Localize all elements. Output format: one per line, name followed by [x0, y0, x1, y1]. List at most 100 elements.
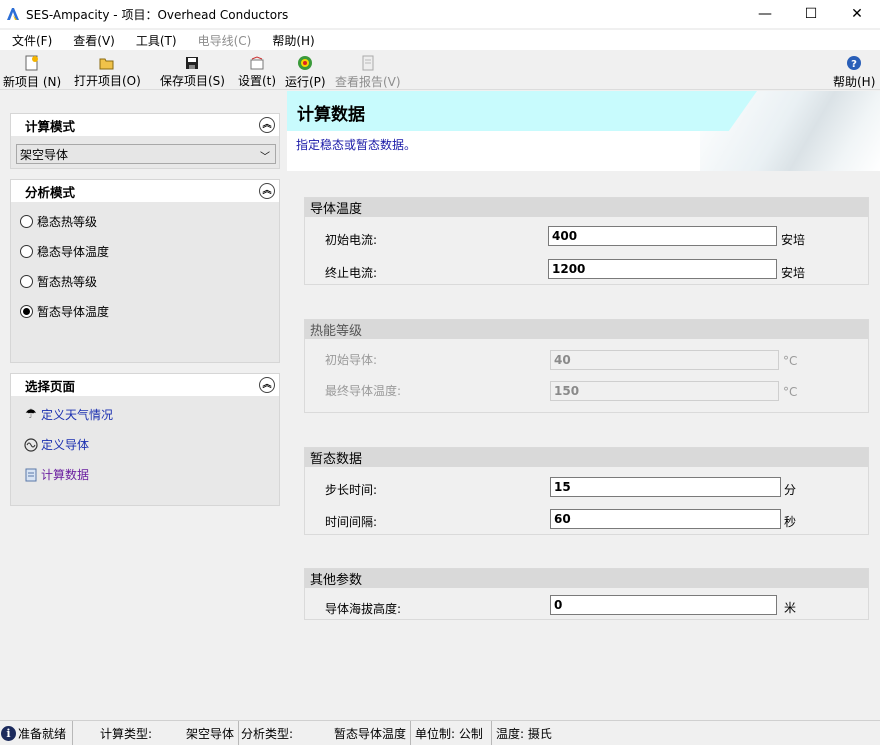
collapse-up-icon[interactable]: ︽	[259, 377, 275, 393]
time-interval-input[interactable]: 60	[550, 509, 781, 529]
step-time-input[interactable]: 15	[550, 477, 781, 497]
umbrella-icon: ☂	[25, 407, 37, 422]
view-report-button[interactable]: 查看报告(V)	[335, 55, 401, 89]
radio-label: 稳态热等级	[37, 215, 98, 229]
radio-button[interactable]	[20, 215, 33, 228]
calc-mode-selected: 架空导体	[20, 147, 69, 162]
new-file-icon	[24, 55, 40, 71]
select-page-header[interactable]: 选择页面 ︽	[11, 374, 279, 396]
help-button[interactable]: ? 帮助(H)	[833, 55, 875, 89]
chevron-down-icon: ﹀	[260, 152, 270, 163]
page-banner: 计算数据 指定稳态或暂态数据。	[287, 91, 880, 171]
radio-steady-conductor-temp[interactable]: 稳态导体温度	[20, 243, 109, 260]
maximize-button[interactable]: ☐	[788, 0, 834, 28]
status-ready: 准备就绪	[18, 726, 67, 741]
initial-conductor-input[interactable]: 40	[550, 350, 779, 370]
thermal-rating-section: 热能等级 初始导体: 40 °C 最终导体温度: 150 °C	[304, 319, 869, 413]
initial-current-unit: 安培	[781, 233, 806, 247]
section-header: 其他参数	[305, 569, 868, 588]
radio-transient-thermal-rating[interactable]: 暂态热等级	[20, 273, 97, 290]
page-title: 计算数据	[297, 105, 365, 125]
transient-section: 暂态数据 步长时间: 15 分 时间间隔: 60 秒	[304, 447, 869, 535]
final-temp-label: 最终导体温度:	[325, 384, 402, 398]
toolbar: 新项目 (N) 打开项目(O) 保存项目(S) 设置(t) 运行(P) 查看报告…	[0, 52, 880, 90]
analysis-type-value: 暂态导体温度	[333, 726, 406, 741]
section-header: 暂态数据	[305, 448, 868, 467]
save-project-label: 保存项目(S)	[160, 74, 225, 88]
folder-open-icon	[99, 55, 115, 70]
radio-steady-thermal-rating[interactable]: 稳态热等级	[20, 213, 97, 230]
altitude-label: 导体海拔高度:	[325, 602, 402, 616]
menu-help[interactable]: 帮助(H)	[260, 32, 323, 49]
radio-button[interactable]	[20, 245, 33, 258]
conductor-temp-section: 导体温度 初始电流: 400 安培 终止电流: 1200 安培	[304, 197, 869, 285]
final-temp-input[interactable]: 150	[550, 381, 779, 401]
collapse-up-icon[interactable]: ︽	[259, 117, 275, 133]
status-unit-cell: 单位制: 公制	[411, 720, 492, 745]
initial-conductor-unit: °C	[783, 354, 798, 368]
menu-bar: 文件(F) 查看(V) 工具(T) 电导线(C) 帮助(H)	[0, 30, 880, 50]
status-temp-cell: 温度: 摄氏	[492, 721, 556, 745]
close-button[interactable]: ✕	[834, 0, 880, 28]
final-current-label: 终止电流:	[325, 266, 378, 280]
radio-button[interactable]	[20, 275, 33, 288]
collapse-up-icon[interactable]: ︽	[259, 183, 275, 199]
select-page-title: 选择页面	[25, 378, 76, 394]
calc-mode-header[interactable]: 计算模式 ︽	[11, 114, 279, 136]
calc-mode-select[interactable]: 架空导体 ﹀	[16, 144, 276, 164]
final-current-unit: 安培	[781, 266, 806, 280]
main-panel: 计算数据 指定稳态或暂态数据。 导体温度 初始电流: 400 安培 终止电流: …	[287, 91, 880, 718]
step-time-label: 步长时间:	[325, 483, 378, 497]
status-analysis-type-cell: 分析类型: 暂态导体温度	[239, 720, 411, 745]
initial-current-input[interactable]: 400	[548, 226, 777, 246]
page-subtitle: 指定稳态或暂态数据。	[296, 138, 417, 152]
save-icon	[184, 55, 200, 70]
initial-conductor-label: 初始导体:	[325, 353, 378, 367]
menu-conductor[interactable]: 电导线(C)	[186, 32, 261, 49]
save-project-button[interactable]: 保存项目(S)	[160, 55, 225, 89]
document-icon	[23, 467, 39, 483]
analysis-mode-title: 分析模式	[25, 184, 76, 200]
initial-current-label: 初始电流:	[325, 233, 378, 247]
calc-mode-title: 计算模式	[25, 118, 76, 134]
help-label: 帮助(H)	[833, 75, 876, 89]
link-label: 定义天气情况	[41, 408, 114, 422]
settings-button[interactable]: 设置(t)	[238, 55, 276, 89]
minimize-button[interactable]: —	[742, 0, 788, 28]
radio-transient-conductor-temp[interactable]: 暂态导体温度	[20, 303, 109, 320]
radio-button-selected[interactable]	[20, 305, 33, 318]
status-ready-cell: i 准备就绪	[0, 720, 73, 745]
radio-label: 暂态导体温度	[37, 305, 110, 319]
link-define-weather[interactable]: ☂ 定义天气情况	[23, 406, 113, 423]
conductor-icon	[23, 437, 39, 453]
time-interval-label: 时间间隔:	[325, 515, 378, 529]
status-bar: i 准备就绪 计算类型: 架空导体 分析类型: 暂态导体温度 单位制: 公制 温…	[0, 720, 880, 745]
title-bar: SES-Ampacity - 项目：Overhead Conductors — …	[0, 0, 880, 28]
link-define-conductor[interactable]: 定义导体	[23, 436, 89, 453]
run-button[interactable]: 运行(P)	[285, 55, 326, 89]
open-project-label: 打开项目(O)	[74, 74, 141, 88]
new-project-button[interactable]: 新项目 (N)	[3, 55, 61, 89]
analysis-mode-group: 分析模式 ︽ 稳态热等级 稳态导体温度 暂态热等级 暂态导体温度	[10, 179, 280, 363]
help-icon: ?	[846, 55, 862, 71]
settings-icon	[249, 55, 265, 70]
calc-type-label: 计算类型:	[100, 726, 153, 741]
menu-view[interactable]: 查看(V)	[61, 32, 124, 49]
radio-selected-dot	[23, 308, 30, 315]
altitude-input[interactable]: 0	[550, 595, 777, 615]
analysis-type-label: 分析类型:	[241, 726, 294, 741]
calc-mode-group: 计算模式 ︽ 架空导体 ﹀	[10, 113, 280, 169]
radio-label: 稳态导体温度	[37, 245, 110, 259]
link-compute-data[interactable]: 计算数据	[23, 466, 89, 483]
menu-tools[interactable]: 工具(T)	[124, 32, 186, 49]
menu-file[interactable]: 文件(F)	[0, 32, 61, 49]
unit-system: 单位制: 公制	[415, 726, 483, 741]
final-current-input[interactable]: 1200	[548, 259, 777, 279]
section-header: 导体温度	[305, 198, 868, 217]
radio-label: 暂态热等级	[37, 275, 98, 289]
altitude-unit: 米	[784, 601, 797, 615]
run-icon	[297, 55, 313, 71]
step-time-unit: 分	[784, 483, 797, 497]
open-project-button[interactable]: 打开项目(O)	[74, 55, 141, 89]
analysis-mode-header[interactable]: 分析模式 ︽	[11, 180, 279, 202]
